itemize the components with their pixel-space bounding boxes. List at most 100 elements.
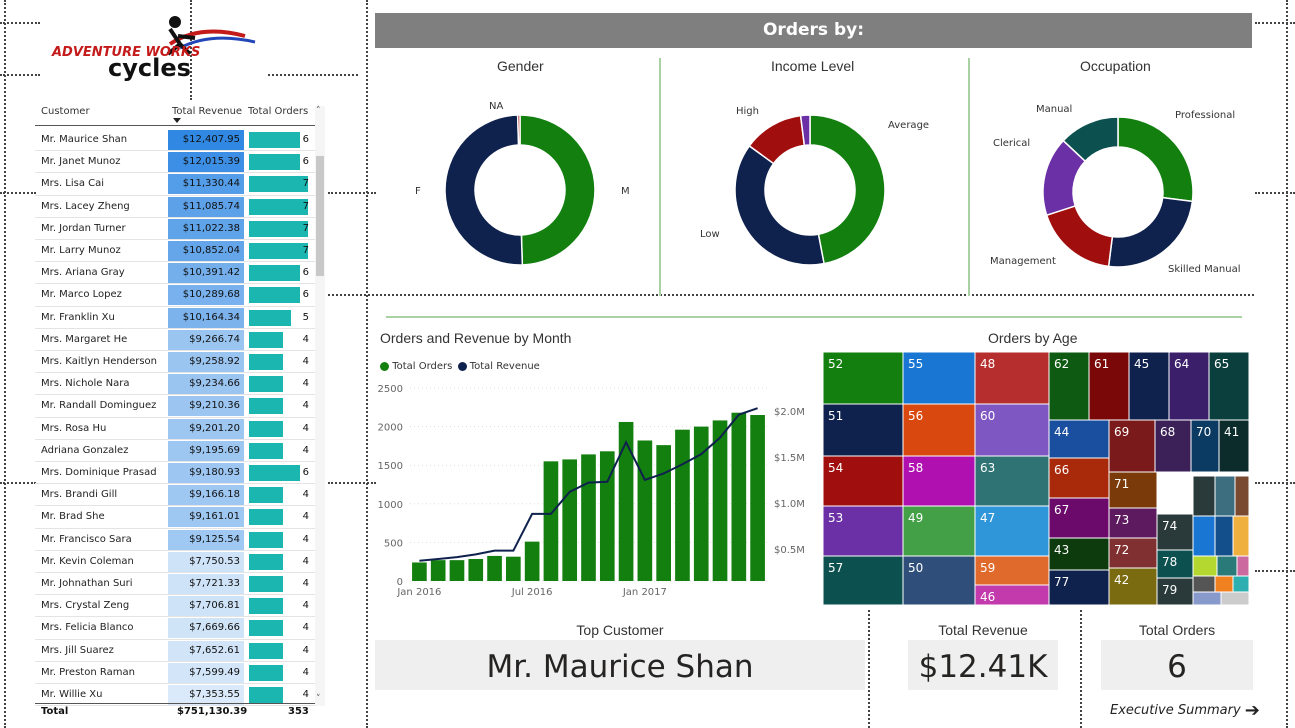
bar-total-orders [750, 415, 765, 581]
table-row[interactable]: Mrs. Rosa Hu $9,201.20 4 [35, 418, 315, 440]
table-row[interactable]: Mrs. Dominique Prasad $9,180.93 6 [35, 462, 315, 485]
table-row[interactable]: Mr. Johnathan Suri $7,721.33 4 [35, 573, 315, 596]
table-row[interactable]: Mr. Randall Dominguez $9,210.36 4 [35, 395, 315, 418]
treemap-cell-label: 79 [1162, 583, 1177, 597]
header-revenue[interactable]: Total Revenue [172, 106, 242, 117]
occupation-donut-chart[interactable] [1020, 100, 1220, 280]
cell-revenue-value: $7,599.49 [189, 666, 240, 678]
table-row[interactable]: Mr. Kevin Coleman $7,750.53 4 [35, 551, 315, 573]
table-row[interactable]: Mrs. Crystal Zeng $7,706.81 4 [35, 595, 315, 618]
treemap-cell: 62 [1048, 352, 1090, 421]
treemap-cell-label: 59 [980, 561, 995, 575]
table-row[interactable]: Mrs. Nichole Nara $9,234.66 4 [35, 373, 315, 396]
table-row[interactable]: Mrs. Lisa Cai $11,330.44 7 [35, 173, 315, 196]
table-row[interactable]: Mr. Francisco Sara $9,125.54 4 [35, 529, 315, 551]
table-row[interactable]: Mrs. Margaret He $9,266.74 4 [35, 329, 315, 351]
arrow-right-icon: ➔ [1244, 700, 1260, 721]
table-row[interactable]: Mr. Maurice Shan $12,407.95 6 [35, 129, 315, 152]
cell-revenue-value: $9,161.01 [189, 511, 240, 523]
gender-donut-chart[interactable] [430, 100, 630, 280]
cell-revenue-value: $7,721.33 [189, 578, 240, 589]
table-row[interactable]: Mr. Preston Raman $7,599.49 4 [35, 662, 315, 684]
executive-summary-link[interactable]: Executive Summary ➔ [1110, 700, 1260, 721]
total-revenue: $751,130.39 [177, 706, 248, 717]
table-row[interactable]: Mr. Brad She $9,161.01 4 [35, 506, 315, 529]
cell-orders-bar [249, 331, 283, 348]
cell-orders: 4 [302, 533, 309, 545]
table-row[interactable]: Adriana Gonzalez $9,195.69 4 [35, 440, 315, 462]
treemap-cell-label: 53 [828, 511, 843, 525]
cell-revenue: $9,166.18 [168, 485, 244, 506]
cell-orders-bar [249, 309, 291, 326]
table-row[interactable]: Mrs. Felicia Blanco $7,669.66 4 [35, 617, 315, 640]
logo: ADVENTURE WORKS cycles [50, 14, 260, 84]
treemap-cell: 77 [1048, 569, 1110, 605]
header-customer[interactable]: Customer [41, 106, 90, 117]
table-row[interactable]: Mrs. Ariana Gray $10,391.42 6 [35, 262, 315, 285]
cell-revenue-value: $12,407.95 [182, 134, 240, 145]
cell-orders-bar [249, 376, 283, 393]
cell-revenue: $7,652.61 [168, 640, 244, 661]
treemap-cell: 66 [1048, 457, 1110, 499]
orders-revenue-chart[interactable]: 05001000150020002500$0.5M$1.0M$1.5M$2.0M… [375, 375, 815, 605]
cell-orders-bar [249, 354, 283, 370]
cell-orders: 7 [302, 200, 309, 212]
donut-slice [444, 114, 524, 266]
cell-revenue: $10,391.42 [168, 263, 244, 284]
cell-orders-bar [249, 198, 308, 215]
orders-by-age-treemap[interactable]: 52 55 48 51 56 60 54 58 63 53 49 47 57 50 59 46 62 61 45 64… [823, 352, 1249, 605]
cell-customer: Mrs. Kaitlyn Henderson [41, 356, 158, 367]
table-row[interactable]: Mr. Larry Munoz $10,852.04 7 [35, 240, 315, 263]
table-row[interactable]: Mr. Jordan Turner $11,022.38 7 [35, 218, 315, 240]
cell-customer: Mr. Marco Lopez [41, 289, 122, 301]
cell-revenue-value: $9,195.69 [189, 444, 240, 456]
treemap-cell-small [1192, 591, 1222, 605]
occupation-title: Occupation [1080, 58, 1151, 74]
treemap-cell-label: 78 [1162, 555, 1177, 569]
cell-orders-bar [249, 598, 283, 615]
table-row[interactable]: Mrs. Lacey Zheng $11,085.74 7 [35, 196, 315, 218]
table-row[interactable]: Mrs. Brandi Gill $9,166.18 4 [35, 484, 315, 507]
table-row[interactable]: Mr. Janet Munoz $12,015.39 6 [35, 151, 315, 174]
bar-total-orders [675, 429, 690, 581]
cell-customer: Mr. Larry Munoz [41, 245, 121, 256]
treemap-cell-small [1234, 475, 1249, 517]
cell-orders-bar [249, 553, 283, 570]
treemap-cell-label: 73 [1114, 513, 1129, 527]
table-row[interactable]: Mr. Franklin Xu $10,164.34 5 [35, 307, 315, 329]
bar-total-orders [430, 560, 446, 581]
income-donut-chart[interactable] [715, 100, 915, 280]
x-tick: Jan 2016 [396, 587, 441, 598]
treemap-cell-label: 56 [908, 409, 923, 423]
scroll-down-icon[interactable]: ˅ [316, 694, 321, 704]
treemap-cell-small [1220, 591, 1249, 605]
treemap-cell: 45 [1128, 352, 1170, 421]
y2-tick: $1.0M [774, 499, 805, 510]
cell-orders: 7 [302, 222, 309, 234]
y-tick: 2000 [378, 423, 403, 434]
header-orders[interactable]: Total Orders [248, 106, 308, 117]
cell-revenue: $9,125.54 [168, 529, 244, 550]
cell-customer: Mr. Jordan Turner [41, 222, 126, 234]
treemap-cell: 49 [902, 505, 976, 557]
treemap-cell-label: 66 [1054, 463, 1069, 477]
table-scrollbar[interactable]: ˄ ˅ [315, 106, 325, 706]
bar-total-orders [449, 560, 465, 581]
treemap-cell-label: 65 [1214, 357, 1229, 371]
scroll-up-icon[interactable]: ˄ [316, 106, 321, 116]
table-row[interactable]: Mrs. Jill Suarez $7,652.61 4 [35, 640, 315, 662]
occupation-label-professional: Professional [1175, 110, 1236, 121]
cell-revenue-value: $7,353.55 [189, 689, 240, 700]
cell-revenue-value: $9,266.74 [189, 333, 240, 345]
customer-table[interactable]: Customer Total Revenue Total Orders Mr. … [35, 100, 327, 722]
cell-customer: Mrs. Margaret He [41, 333, 128, 345]
scroll-thumb[interactable] [316, 156, 324, 276]
sort-desc-icon[interactable] [173, 118, 181, 123]
table-row[interactable]: Mr. Marco Lopez $10,289.68 6 [35, 284, 315, 307]
table-row[interactable]: Mrs. Kaitlyn Henderson $9,258.92 4 [35, 351, 315, 374]
treemap-cell: 42 [1108, 567, 1158, 605]
cell-revenue: $9,266.74 [168, 329, 244, 350]
cell-customer: Mr. Johnathan Suri [41, 578, 133, 589]
bar-total-orders [731, 412, 747, 581]
treemap-cell-label: 43 [1054, 543, 1069, 557]
